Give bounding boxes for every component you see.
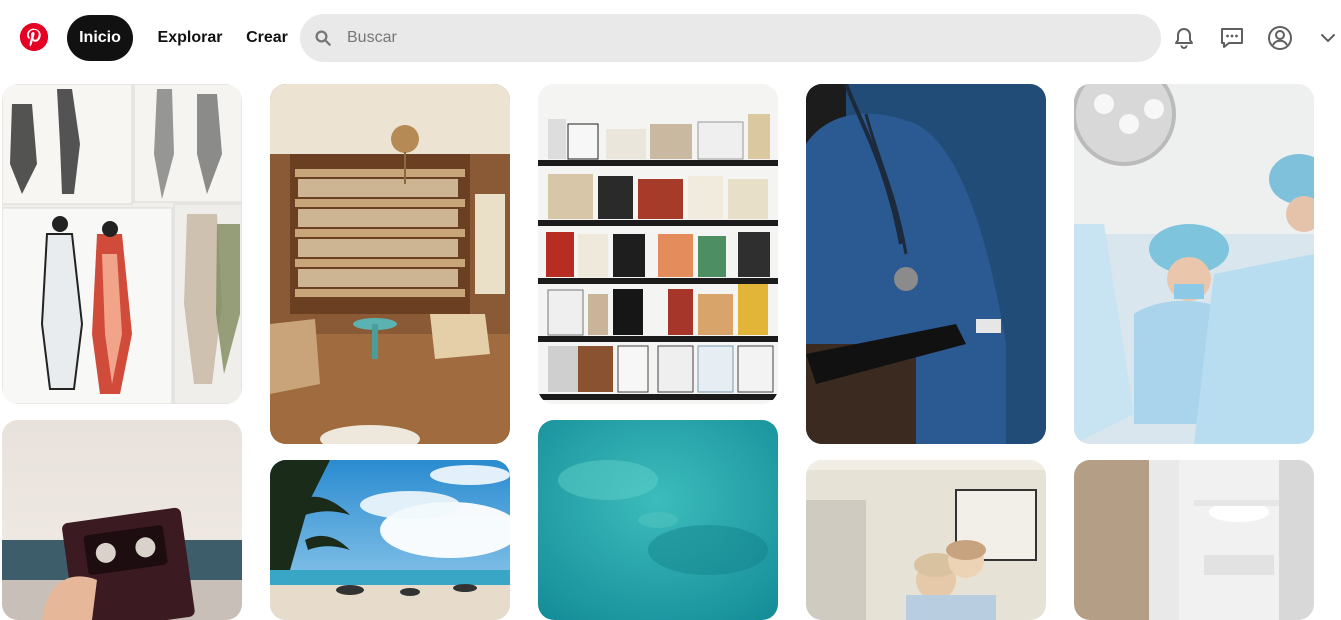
search-input[interactable] <box>345 28 1139 48</box>
bell-icon[interactable] <box>1168 22 1200 54</box>
chevron-down-icon[interactable] <box>1312 22 1341 54</box>
pin-ocean-aerial[interactable] <box>538 420 778 620</box>
pin-surgery-team[interactable] <box>1074 84 1314 444</box>
pin-vintage-library-room[interactable] <box>270 84 510 444</box>
pin-hospital-corridor[interactable] <box>1074 460 1314 620</box>
chat-icon[interactable] <box>1216 22 1248 54</box>
pin-tropical-beach[interactable] <box>270 460 510 620</box>
pin-fashion-sketches[interactable] <box>2 84 242 404</box>
pin-operating-room[interactable] <box>806 460 1046 620</box>
nav-explore-button[interactable]: Explorar <box>150 15 230 61</box>
pin-bookshelves[interactable] <box>538 84 778 404</box>
nav-home-button[interactable]: Inicio <box>67 15 133 61</box>
top-navigation-bar: Inicio Explorar Crear <box>0 0 1341 76</box>
user-icon[interactable] <box>1264 22 1296 54</box>
pin-doctor-scrubs[interactable] <box>806 84 1046 444</box>
search-icon <box>315 30 331 46</box>
search-bar[interactable] <box>300 14 1161 62</box>
pin-vhs-tape-beach[interactable] <box>2 420 242 620</box>
nav-create-button[interactable]: Crear <box>240 15 294 61</box>
pinterest-logo-icon[interactable] <box>20 23 48 51</box>
